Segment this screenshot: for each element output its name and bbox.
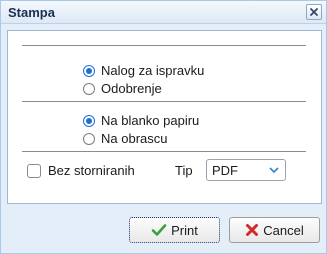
title-bar: Stampa — [1, 1, 326, 24]
radio-na-blanko-papiru[interactable]: Na blanko papiru — [83, 113, 199, 128]
print-button-label: Print — [171, 222, 198, 238]
radio-label: Na obrascu — [101, 131, 168, 146]
radio-odobrenje[interactable]: Odobrenje — [83, 81, 162, 96]
tip-label: Tip — [175, 163, 193, 178]
radio-button-selected[interactable] — [83, 114, 95, 127]
radio-button[interactable] — [83, 82, 95, 95]
radio-na-obrascu[interactable]: Na obrascu — [83, 131, 167, 146]
checkmark-icon — [151, 223, 167, 237]
bez-storniranih-checkbox[interactable]: Bez storniranih — [27, 163, 135, 178]
red-x-icon — [245, 223, 259, 237]
divider-bottom — [22, 151, 306, 152]
radio-label: Odobrenje — [101, 81, 162, 96]
radio-button-selected[interactable] — [83, 64, 95, 77]
divider-top — [22, 45, 306, 46]
radio-label: Na blanko papiru — [101, 113, 200, 128]
print-button[interactable]: Print — [129, 217, 220, 243]
dialog-title: Stampa — [8, 5, 55, 20]
close-icon — [310, 8, 318, 16]
radio-button[interactable] — [83, 132, 95, 145]
checkbox-box[interactable] — [27, 163, 41, 178]
divider-middle — [22, 101, 306, 102]
cancel-button-label: Cancel — [263, 222, 304, 238]
cancel-button[interactable]: Cancel — [229, 217, 320, 243]
radio-nalog-za-ispravku[interactable]: Nalog za ispravku — [83, 63, 204, 78]
tip-select[interactable]: PDF — [206, 159, 286, 181]
chevron-down-icon[interactable] — [263, 160, 285, 180]
print-dialog: Stampa Nalog za ispravku Odobrenje Na bl… — [0, 0, 327, 254]
radio-label: Nalog za ispravku — [101, 63, 205, 78]
tip-select-value: PDF — [212, 163, 238, 178]
close-button[interactable] — [306, 4, 322, 20]
checkbox-label: Bez storniranih — [48, 163, 135, 178]
